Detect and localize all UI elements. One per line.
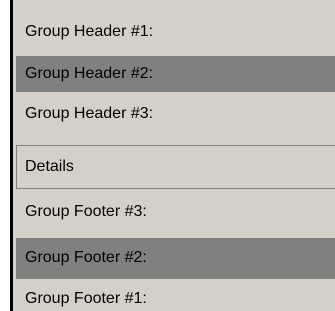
group-header-3-band[interactable]: Group Header #3: xyxy=(16,96,335,136)
group-header-1-band[interactable]: Group Header #1: xyxy=(16,18,335,48)
group-header-1-label: Group Header #1: xyxy=(25,23,154,40)
details-label: Details xyxy=(25,158,74,175)
group-footer-2-label: Group Footer #2: xyxy=(25,249,147,266)
group-header-2-band[interactable]: Group Header #2: xyxy=(16,56,335,92)
group-footer-2-band[interactable]: Group Footer #2: xyxy=(16,238,335,279)
group-header-3-label: Group Header #3: xyxy=(25,105,154,122)
details-band[interactable]: Details xyxy=(16,145,335,189)
group-header-2-label: Group Header #2: xyxy=(25,65,154,82)
group-footer-1-label: Group Footer #1: xyxy=(25,290,147,307)
group-footer-3-band[interactable]: Group Footer #3: xyxy=(16,195,335,235)
group-footer-3-label: Group Footer #3: xyxy=(25,203,147,220)
group-footer-1-band[interactable]: Group Footer #1: xyxy=(16,283,335,311)
